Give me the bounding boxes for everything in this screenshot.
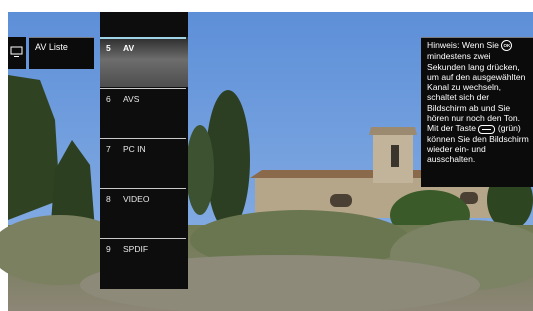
channel-name: PC IN [123,144,146,154]
channel-item-spdif[interactable]: 9 SPDIF [100,238,188,288]
channel-name: VIDEO [123,194,150,204]
channel-number: 7 [106,144,111,154]
header-divider [29,37,94,38]
green-key-icon [478,124,496,134]
tv-screen: AV Liste 5 AV 6 AVS 7 PC IN 8 VIDEO 9 SP… [0,0,533,311]
channel-name: SPDIF [123,244,149,254]
channel-item-avs[interactable]: 6 AVS [100,88,188,138]
channel-divider [100,138,186,139]
channel-item-video[interactable]: 8 VIDEO [100,188,188,238]
channel-number: 6 [106,94,111,104]
hint-text: Hinweis: Wenn Sie OK mindestens zwei Sek… [427,40,529,123]
hint-part-3: Mit der Taste [427,123,477,134]
channel-divider [100,188,186,189]
av-list-header: AV Liste [29,37,94,69]
channel-number: 5 [106,43,111,53]
channel-list: 5 AV 6 AVS 7 PC IN 8 VIDEO 9 SPDIF [100,12,188,289]
channel-name: AV [123,43,135,53]
av-list-title: AV Liste [35,42,68,52]
tv-icon [10,46,23,57]
hint-part-1: Hinweis: Wenn Sie [427,40,499,50]
channel-number: 8 [106,194,111,204]
channel-divider [100,238,186,239]
channel-divider [100,88,186,89]
tv-icon-box [8,37,26,69]
selection-accent-line [100,37,186,39]
ok-button-icon: OK [501,40,513,52]
hint-text-2: Mit der Taste (grün) können Sie den Bild… [427,123,529,164]
channel-name: AVS [123,94,140,104]
hint-panel: Hinweis: Wenn Sie OK mindestens zwei Sek… [421,37,533,187]
hint-divider [421,37,533,38]
channel-number: 9 [106,244,111,254]
channel-item-av[interactable]: 5 AV [100,37,188,87]
channel-item-pc-in[interactable]: 7 PC IN [100,138,188,188]
hint-part-2: mindestens zwei Sekunden lang drücken, u… [427,51,526,124]
